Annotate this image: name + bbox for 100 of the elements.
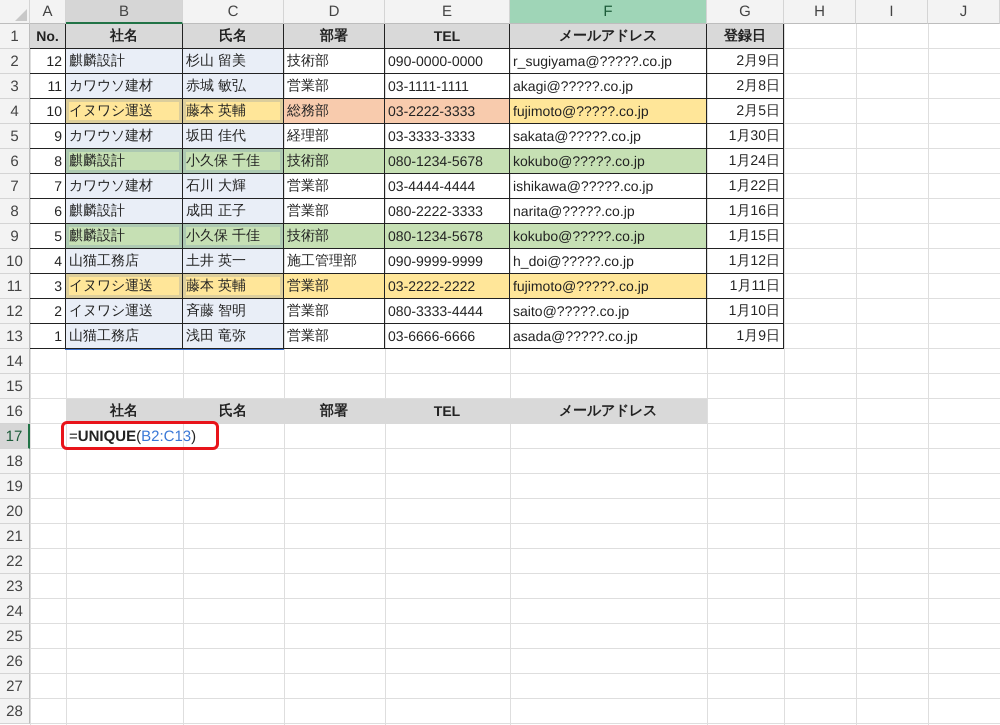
- column-header[interactable]: A: [30, 0, 66, 24]
- table-cell[interactable]: イヌワシ運送: [66, 299, 183, 324]
- table-cell[interactable]: 藤本 英輔: [183, 99, 284, 124]
- table-cell[interactable]: kokubo@?????.co.jp: [510, 224, 707, 249]
- row-header[interactable]: 7: [0, 174, 30, 199]
- table-cell[interactable]: 総務部: [284, 99, 385, 124]
- table-cell[interactable]: メールアドレス: [510, 399, 707, 424]
- table-cell[interactable]: メールアドレス: [510, 24, 707, 49]
- row-header[interactable]: 17: [0, 424, 30, 449]
- row-header[interactable]: 26: [0, 649, 30, 674]
- table-cell[interactable]: 1月12日: [707, 249, 784, 274]
- select-all-icon[interactable]: [15, 9, 27, 21]
- row-header[interactable]: 10: [0, 249, 30, 274]
- row-header[interactable]: 8: [0, 199, 30, 224]
- table-cell[interactable]: 藤本 英輔: [183, 274, 284, 299]
- row-header[interactable]: 2: [0, 49, 30, 74]
- table-cell[interactable]: 1月11日: [707, 274, 784, 299]
- table-cell[interactable]: 麒麟設計: [66, 149, 183, 174]
- table-cell[interactable]: 090-0000-0000: [385, 49, 510, 74]
- table-cell[interactable]: 営業部: [284, 174, 385, 199]
- table-cell[interactable]: 2月8日: [707, 74, 784, 99]
- column-header[interactable]: H: [784, 0, 856, 24]
- table-cell[interactable]: イヌワシ運送: [66, 274, 183, 299]
- row-header[interactable]: 4: [0, 99, 30, 124]
- table-cell[interactable]: 080-1234-5678: [385, 149, 510, 174]
- column-header[interactable]: E: [385, 0, 510, 24]
- table-cell[interactable]: 080-3333-4444: [385, 299, 510, 324]
- table-cell[interactable]: 1月9日: [707, 324, 784, 349]
- column-header[interactable]: G: [707, 0, 784, 24]
- column-header[interactable]: F: [510, 0, 707, 24]
- row-header[interactable]: 25: [0, 624, 30, 649]
- row-header[interactable]: 12: [0, 299, 30, 324]
- column-header[interactable]: B: [66, 0, 183, 24]
- table-cell[interactable]: 1月22日: [707, 174, 784, 199]
- table-cell[interactable]: 赤城 敏弘: [183, 74, 284, 99]
- table-cell[interactable]: 技術部: [284, 149, 385, 174]
- row-header[interactable]: 18: [0, 449, 30, 474]
- table-cell[interactable]: TEL: [385, 24, 510, 49]
- table-cell[interactable]: saito@?????.co.jp: [510, 299, 707, 324]
- row-header[interactable]: 3: [0, 74, 30, 99]
- table-cell[interactable]: カワウソ建材: [66, 74, 183, 99]
- row-header[interactable]: 5: [0, 124, 30, 149]
- table-cell[interactable]: 麒麟設計: [66, 224, 183, 249]
- table-cell[interactable]: 技術部: [284, 49, 385, 74]
- table-cell[interactable]: 2月5日: [707, 99, 784, 124]
- row-header[interactable]: 14: [0, 349, 30, 374]
- table-cell[interactable]: 麒麟設計: [66, 199, 183, 224]
- table-cell[interactable]: 1月16日: [707, 199, 784, 224]
- table-cell[interactable]: 部署: [284, 399, 385, 424]
- table-cell[interactable]: 氏名: [183, 24, 284, 49]
- row-header[interactable]: 22: [0, 549, 30, 574]
- table-cell[interactable]: 03-2222-3333: [385, 99, 510, 124]
- table-cell[interactable]: カワウソ建材: [66, 124, 183, 149]
- row-header[interactable]: 16: [0, 399, 30, 424]
- row-header[interactable]: 15: [0, 374, 30, 399]
- table-cell[interactable]: 氏名: [183, 399, 284, 424]
- table-cell[interactable]: 営業部: [284, 274, 385, 299]
- table-cell[interactable]: 03-4444-4444: [385, 174, 510, 199]
- table-cell[interactable]: 03-6666-6666: [385, 324, 510, 349]
- table-cell[interactable]: TEL: [385, 399, 510, 424]
- table-cell[interactable]: 営業部: [284, 324, 385, 349]
- table-cell[interactable]: 土井 英一: [183, 249, 284, 274]
- table-cell[interactable]: fujimoto@?????.co.jp: [510, 99, 707, 124]
- table-cell[interactable]: 1月24日: [707, 149, 784, 174]
- table-cell[interactable]: 技術部: [284, 224, 385, 249]
- row-header[interactable]: 20: [0, 499, 30, 524]
- table-cell[interactable]: No.: [30, 24, 66, 49]
- row-header[interactable]: 24: [0, 599, 30, 624]
- table-cell[interactable]: 登録日: [707, 24, 784, 49]
- table-cell[interactable]: 麒麟設計: [66, 49, 183, 74]
- column-header[interactable]: C: [183, 0, 284, 24]
- table-cell[interactable]: ishikawa@?????.co.jp: [510, 174, 707, 199]
- row-header[interactable]: 11: [0, 274, 30, 299]
- table-cell[interactable]: 小久保 千佳: [183, 224, 284, 249]
- table-cell[interactable]: 社名: [66, 24, 183, 49]
- table-cell[interactable]: 2月9日: [707, 49, 784, 74]
- table-cell[interactable]: kokubo@?????.co.jp: [510, 149, 707, 174]
- table-cell[interactable]: 1月15日: [707, 224, 784, 249]
- row-header[interactable]: 27: [0, 674, 30, 699]
- table-cell[interactable]: 浅田 竜弥: [183, 324, 284, 349]
- row-header[interactable]: 6: [0, 149, 30, 174]
- table-cell[interactable]: 石川 大輝: [183, 174, 284, 199]
- table-cell[interactable]: 斉藤 智明: [183, 299, 284, 324]
- column-header[interactable]: J: [928, 0, 1000, 24]
- column-header[interactable]: I: [856, 0, 928, 24]
- row-header[interactable]: 1: [0, 24, 30, 49]
- table-cell[interactable]: r_sugiyama@?????.co.jp: [510, 49, 707, 74]
- row-header[interactable]: 23: [0, 574, 30, 599]
- table-cell[interactable]: 03-2222-2222: [385, 274, 510, 299]
- table-cell[interactable]: fujimoto@?????.co.jp: [510, 274, 707, 299]
- table-cell[interactable]: 山猫工務店: [66, 324, 183, 349]
- table-cell[interactable]: 成田 正子: [183, 199, 284, 224]
- row-header[interactable]: 28: [0, 699, 30, 724]
- table-cell[interactable]: 部署: [284, 24, 385, 49]
- row-header[interactable]: 19: [0, 474, 30, 499]
- table-cell[interactable]: 小久保 千佳: [183, 149, 284, 174]
- table-cell[interactable]: 営業部: [284, 299, 385, 324]
- row-header[interactable]: 13: [0, 324, 30, 349]
- column-header[interactable]: D: [284, 0, 385, 24]
- row-header[interactable]: 9: [0, 224, 30, 249]
